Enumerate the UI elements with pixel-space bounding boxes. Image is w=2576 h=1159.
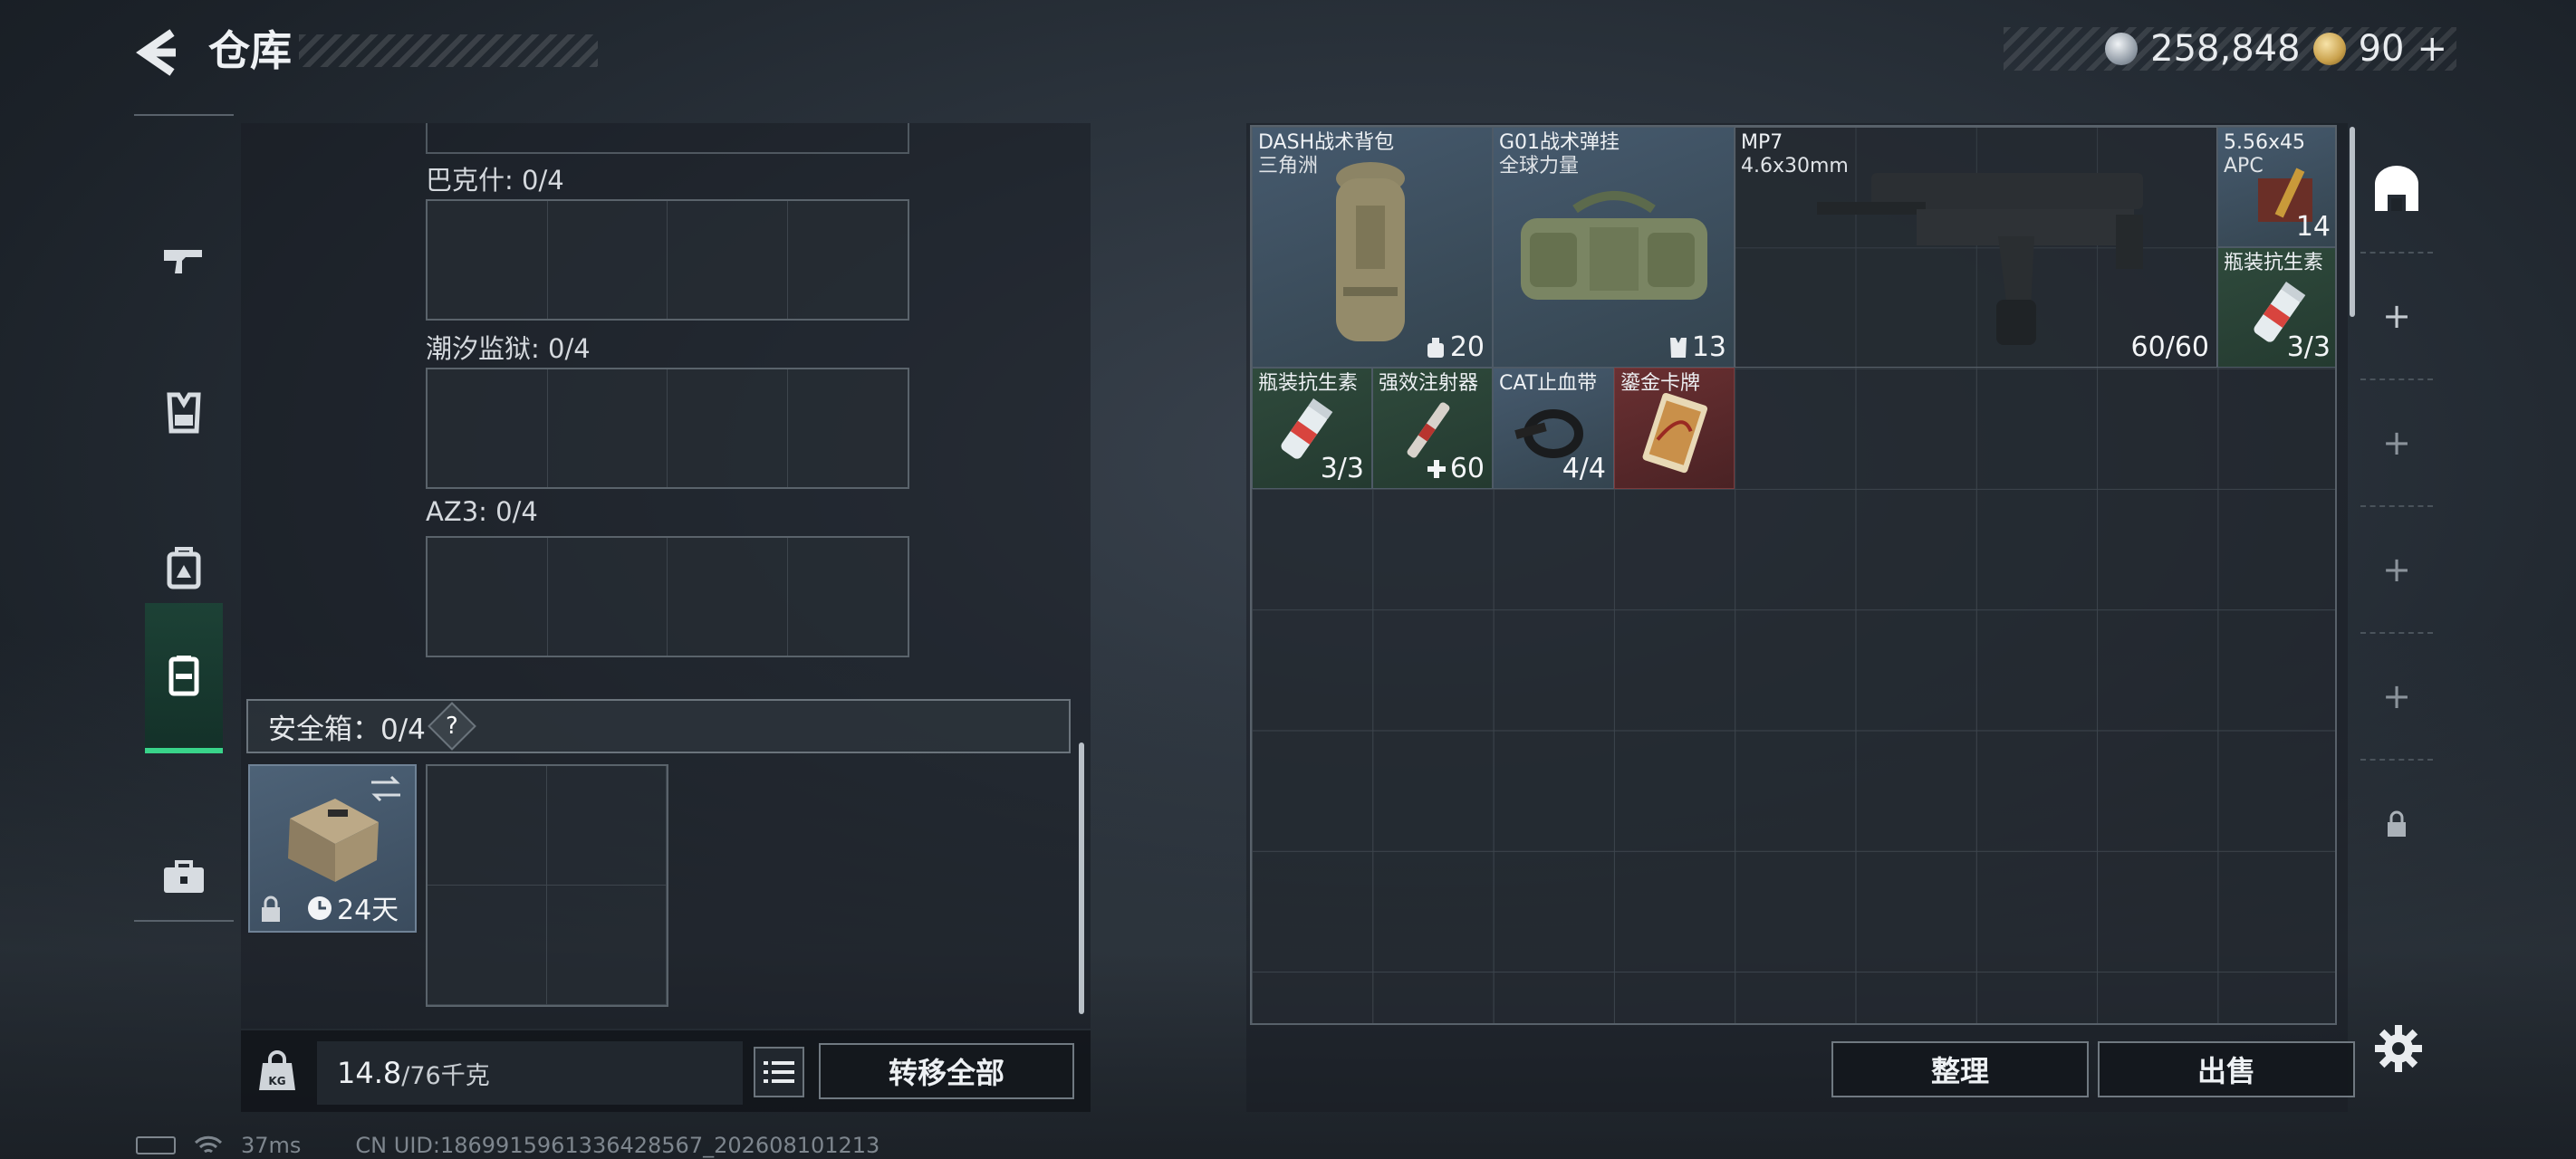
weight-display: 14.8 /76千克 <box>317 1041 743 1105</box>
backpack-icon <box>167 547 201 589</box>
safe-box-icon <box>168 656 199 696</box>
left-category-nav <box>134 114 234 922</box>
add-currency-button[interactable]: + <box>2417 28 2447 70</box>
wifi-icon <box>194 1135 223 1154</box>
page-title: 仓库 <box>208 22 598 80</box>
stash-item-mp7[interactable]: MP7 4.6x30mm 60/60 <box>1735 127 2217 368</box>
g01-chest-rig-image <box>1521 191 1707 300</box>
safe-case-item[interactable]: 24天 <box>248 764 417 933</box>
safe-case-duration: 24天 <box>337 895 399 926</box>
slot-label: 潮汐监狱: 0/4 <box>426 333 591 364</box>
gold-coin-icon <box>2312 33 2346 65</box>
lock-icon <box>2388 810 2406 837</box>
vest-small-icon <box>1669 337 1687 358</box>
safe-box-grid[interactable] <box>426 764 668 1007</box>
back-arrow-icon[interactable] <box>134 27 179 78</box>
stash-item-cat-tourniquet[interactable]: CAT止血带 4/4 <box>1493 368 1614 489</box>
user-uid: CN UID:1869915961336428567_202608101213 <box>355 1133 880 1158</box>
safe-box-header: 安全箱：0/4 ? <box>246 699 1071 753</box>
toolbox-icon <box>164 860 204 893</box>
stash-item-stim-injector[interactable]: 强效注射器 60 <box>1372 368 1493 489</box>
stash-tab-add[interactable]: + <box>2360 380 2433 507</box>
sell-button[interactable]: 出售 <box>2098 1041 2355 1097</box>
gold-amount: 90 <box>2358 28 2405 70</box>
clock-icon <box>308 896 332 920</box>
lock-icon <box>262 896 280 922</box>
slot-grid-partial[interactable] <box>426 123 909 154</box>
gear-icon[interactable] <box>2373 1023 2424 1074</box>
left-scrollbar[interactable] <box>1079 742 1084 1014</box>
slot-grid[interactable] <box>426 199 909 321</box>
help-icon[interactable]: ? <box>428 702 476 751</box>
stash-tab-add[interactable]: + <box>2360 634 2433 761</box>
weight-icon: KG <box>259 1050 295 1090</box>
stash-item-dash-backpack[interactable]: DASH战术背包 三角洲 20 <box>1252 127 1493 368</box>
sort-button[interactable]: 整理 <box>1831 1041 2089 1097</box>
dash-backpack-image <box>1336 162 1405 341</box>
silver-coin-icon <box>2105 33 2139 65</box>
svg-text:KG: KG <box>268 1075 285 1087</box>
stash-tab-add[interactable]: + <box>2360 254 2433 380</box>
stash-tab-locked[interactable] <box>2360 761 2433 887</box>
stash-tab-add[interactable]: + <box>2360 507 2433 634</box>
plus-icon <box>1427 459 1446 478</box>
slot-grid[interactable] <box>426 368 909 489</box>
safe-case-image <box>288 799 379 882</box>
stash-grid[interactable]: DASH战术背包 三角洲 20 G01战术弹挂 全球力量 13 MP7 4.6x… <box>1250 125 2337 1025</box>
stash-item-antibiotic[interactable]: 瓶装抗生素 3/3 <box>1252 368 1372 489</box>
nav-item-weapons[interactable] <box>134 188 234 333</box>
gun-icon <box>164 250 202 273</box>
gilded-card-image <box>1642 392 1708 474</box>
currency-bar: 258,848 90 + <box>2004 27 2456 71</box>
slot-label: AZ3: 0/4 <box>426 496 538 527</box>
swap-icon[interactable] <box>368 773 404 804</box>
status-bar: 37ms CN UID:1869915961336428567_20260810… <box>136 1132 951 1159</box>
ping: 37ms <box>241 1133 302 1158</box>
stash-item-gilded-card[interactable]: 鎏金卡牌 <box>1614 368 1735 489</box>
vest-icon <box>167 392 201 434</box>
nav-item-toolbox[interactable] <box>134 804 234 949</box>
mp7-image <box>1817 173 2143 345</box>
stash-item-antibiotic[interactable]: 瓶装抗生素 3/3 <box>2217 247 2335 368</box>
weight-current: 14.8 <box>337 1056 402 1090</box>
stash-item-556-ammo[interactable]: 5.56x45 APC 14 <box>2217 127 2335 247</box>
weight-max: /76千克 <box>401 1061 490 1090</box>
battery-icon <box>136 1136 176 1154</box>
list-icon <box>764 1061 794 1083</box>
slot-grid[interactable] <box>426 536 909 657</box>
stash-item-g01-chest-rig[interactable]: G01战术弹挂 全球力量 13 <box>1493 127 1735 368</box>
slot-label: 巴克什: 0/4 <box>426 165 564 196</box>
nav-item-vests[interactable] <box>134 340 234 485</box>
safe-box-label: 安全箱：0/4 <box>268 713 426 746</box>
right-scrollbar[interactable] <box>2350 127 2355 317</box>
stash-home-icon <box>2375 166 2418 211</box>
stash-tab-home[interactable] <box>2360 127 2433 254</box>
stash-page-tabs: + + + + <box>2360 127 2433 1032</box>
silver-amount: 258,848 <box>2150 28 2301 70</box>
list-view-button[interactable] <box>754 1047 804 1097</box>
transfer-all-button[interactable]: 转移全部 <box>819 1043 1074 1099</box>
nav-item-safe-box[interactable] <box>145 603 223 753</box>
backpack-small-icon <box>1427 337 1444 358</box>
